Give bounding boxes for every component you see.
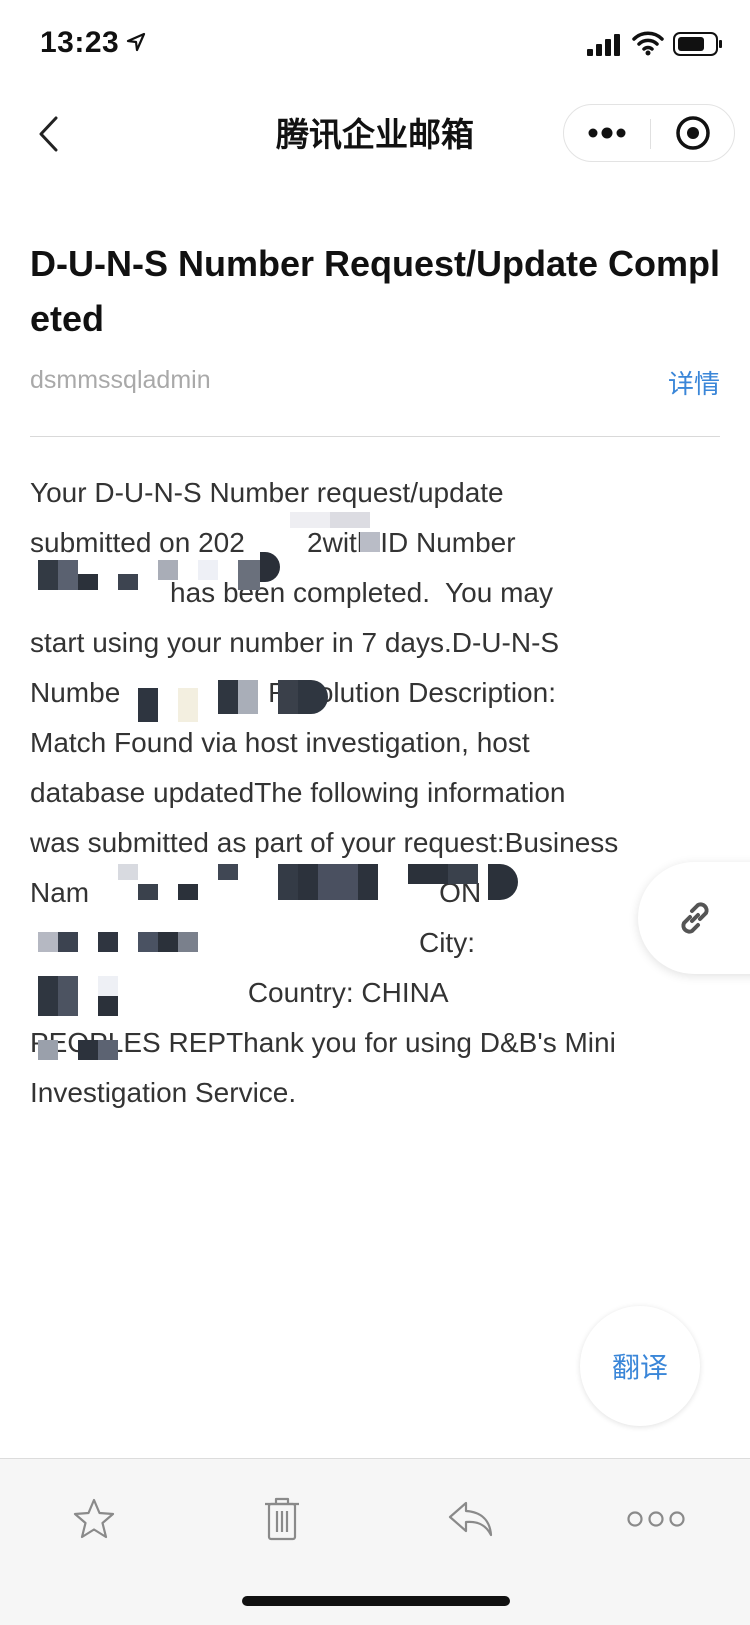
mini-program-capsule <box>563 104 735 162</box>
reply-button[interactable] <box>430 1487 510 1551</box>
email-subject: D-U-N-S Number Request/Update Completed <box>30 243 721 339</box>
more-dots-icon <box>588 127 626 139</box>
home-indicator <box>242 1596 510 1606</box>
reply-icon <box>448 1501 493 1537</box>
more-button[interactable] <box>564 105 650 161</box>
location-arrow-icon <box>126 32 146 52</box>
body-line: Country: CHINA <box>30 977 449 1008</box>
star-button[interactable] <box>54 1487 134 1551</box>
wifi-icon <box>632 31 664 56</box>
nav-bar: 腾讯企业邮箱 <box>0 90 750 178</box>
body-line: database updatedThe following informatio… <box>30 777 566 808</box>
link-button[interactable] <box>638 862 750 974</box>
trash-icon <box>265 1497 299 1541</box>
link-icon <box>681 902 709 934</box>
translate-button[interactable]: 翻译 <box>580 1306 700 1426</box>
body-line: Investigation Service. <box>30 1077 297 1108</box>
email-body: Your D-U-N-S Number request/update submit… <box>30 468 720 1118</box>
delete-button[interactable] <box>242 1487 322 1551</box>
body-line: start using your number in 7 days.D-U-N-… <box>30 627 560 658</box>
body-line: City: <box>30 927 475 958</box>
body-line: Numbe Resolution Description: <box>30 677 556 708</box>
body-line: Match Found via host investigation, host <box>30 727 530 758</box>
battery-icon <box>673 32 722 56</box>
close-mini-program-button[interactable] <box>651 105 735 161</box>
body-line: PEOPLES REPThank you for using D&B's Min… <box>30 1027 616 1058</box>
body-line: was submitted as part of your request:Bu… <box>30 827 619 858</box>
details-link[interactable]: 详情 <box>668 364 720 401</box>
more-circles-icon <box>627 1511 685 1527</box>
status-time: 13:23 <box>40 26 120 59</box>
header-divider <box>30 436 720 437</box>
star-icon <box>73 1498 115 1539</box>
status-bar: 13:23 <box>0 0 750 90</box>
body-line: Your D-U-N-S Number request/update <box>30 477 504 508</box>
more-menu-button[interactable] <box>616 1487 696 1551</box>
target-close-icon <box>676 116 710 150</box>
signal-icon <box>587 34 620 56</box>
email-sender[interactable]: dsmmssqladmin <box>30 366 211 395</box>
